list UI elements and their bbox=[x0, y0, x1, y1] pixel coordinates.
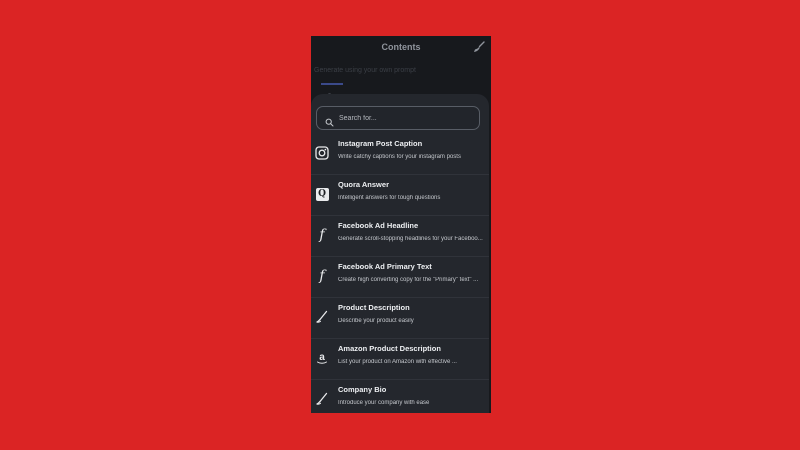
item-description: Write catchy captions for your instagram… bbox=[338, 154, 461, 160]
list-item-company-bio[interactable]: Company Bio Introduce your company with … bbox=[311, 380, 489, 413]
facebook-icon: f bbox=[319, 268, 325, 284]
search-box[interactable] bbox=[316, 106, 480, 130]
item-title: Amazon Product Description bbox=[338, 344, 441, 353]
item-title: Product Description bbox=[338, 303, 410, 312]
item-title: Quora Answer bbox=[338, 180, 389, 189]
template-list: Instagram Post Caption Write catchy capt… bbox=[311, 134, 489, 413]
header: Contents bbox=[311, 36, 491, 58]
search-icon bbox=[325, 114, 334, 127]
quora-icon: Q bbox=[315, 187, 329, 201]
list-item-product-description[interactable]: Product Description Describe your produc… bbox=[311, 298, 489, 339]
pen-icon bbox=[315, 392, 329, 406]
item-title: Company Bio bbox=[338, 385, 387, 394]
facebook-icon: f bbox=[319, 227, 325, 243]
item-title: Facebook Ad Headline bbox=[338, 221, 419, 230]
list-item-amazon-product-description[interactable]: a Amazon Product Description List your p… bbox=[311, 339, 489, 380]
prompt-link: Generate using your own prompt bbox=[314, 67, 416, 74]
item-description: List your product on Amazon with effecti… bbox=[338, 359, 457, 365]
stage-background: Contents Generate using your own prompt bbox=[0, 0, 800, 450]
item-description: Introduce your company with ease bbox=[338, 400, 430, 406]
item-title: Instagram Post Caption bbox=[338, 139, 423, 148]
item-title: Facebook Ad Primary Text bbox=[338, 262, 432, 271]
amazon-icon: a bbox=[315, 351, 329, 365]
search-input[interactable] bbox=[339, 110, 475, 126]
item-description: Describe your product easily bbox=[338, 318, 414, 324]
item-description: Generate scroll-stopping headlines for y… bbox=[338, 236, 483, 242]
item-description: Intelligent answers for tough questions bbox=[338, 195, 441, 201]
page-title: Contents bbox=[381, 42, 421, 52]
item-description: Create high converting copy for the "Pri… bbox=[338, 277, 479, 283]
list-item-facebook-ad-headline[interactable]: f Facebook Ad Headline Generate scroll-s… bbox=[311, 216, 489, 257]
pen-icon bbox=[315, 310, 329, 324]
svg-text:a: a bbox=[319, 352, 325, 363]
instagram-icon bbox=[315, 146, 329, 160]
list-item-quora-answer[interactable]: Q Quora Answer Intelligent answers for t… bbox=[311, 175, 489, 216]
list-item-instagram-post-caption[interactable]: Instagram Post Caption Write catchy capt… bbox=[311, 134, 489, 175]
brush-icon[interactable] bbox=[473, 40, 485, 52]
list-item-facebook-ad-primary-text[interactable]: f Facebook Ad Primary Text Create high c… bbox=[311, 257, 489, 298]
phone-screen: Contents Generate using your own prompt bbox=[311, 36, 491, 413]
tab-indicator bbox=[321, 83, 343, 85]
content-picker-sheet: Instagram Post Caption Write catchy capt… bbox=[311, 94, 489, 413]
